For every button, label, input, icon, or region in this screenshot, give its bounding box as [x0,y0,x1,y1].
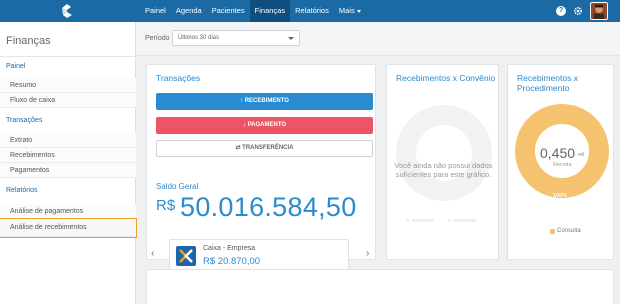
sidebar-item-fluxo-de-caixa[interactable]: Fluxo de caixa [0,93,136,108]
sidebar-section-transacoes: Transações [6,117,43,124]
legend-swatch-consulta [550,229,555,234]
bottom-card [146,269,614,304]
legend-label-consulta: Consulta [557,228,581,234]
nav-financas-label: Finanças [254,6,286,15]
saldo-currency: R$ [156,197,176,214]
donut-slice-label: 100% [553,193,568,199]
sidebar-item-analise-de-recebimentos[interactable]: Análise de recebimentos [0,218,137,238]
gear-icon[interactable] [573,6,583,16]
logo-icon[interactable] [59,3,75,19]
account-name: Caixa - Empresa [203,245,256,252]
avatar[interactable] [590,2,608,20]
donut-center-unit: mil [578,152,585,158]
chevron-left-icon[interactable]: ‹ [151,248,154,259]
sidebar-item-extrato[interactable]: Extrato [0,133,136,148]
nav-painel[interactable]: Painel [140,0,171,22]
nav-pacientes[interactable]: Pacientes [207,0,250,22]
transacoes-card: Transações ↑ RECEBIMENTO ↓ PAGAMENTO ⇄ T… [146,64,376,281]
saldo-label: Saldo Geral [156,182,199,191]
convenio-empty-message: Você ainda não possui dados suficientes … [394,161,493,179]
procedimento-card: Recebimentos x Procedimento 0,450 mil Re… [507,64,614,260]
bank-logo-icon [176,246,196,266]
account-card[interactable]: Caixa - Empresa R$ 20.870,00 [169,239,349,272]
sidebar-item-resumo[interactable]: Resumo [0,78,136,93]
main-nav: Painel Agenda Pacientes Finanças Relatór… [140,0,366,22]
sidebar-item-analise-de-pagamentos[interactable]: Análise de pagamentos [0,204,136,219]
procedimento-title: Recebimentos x Procedimento [517,73,578,93]
chevron-right-icon[interactable]: › [366,248,369,259]
nav-relatorios-label: Relatórios [295,6,329,15]
help-icon[interactable]: ? [556,6,566,16]
top-navbar: Painel Agenda Pacientes Finanças Relatór… [0,0,620,22]
chevron-down-icon [288,37,294,40]
period-select-value: Últimos 30 dias [178,35,220,41]
sidebar-item-pagamentos[interactable]: Pagamentos [0,163,136,178]
donut-center-value: 0,450 [540,145,576,161]
period-select[interactable]: Últimos 30 dias [172,30,300,46]
nav-agenda[interactable]: Agenda [171,0,207,22]
convenio-title: Recebimentos x Convênio [396,73,496,83]
transferencia-button[interactable]: ⇄ TRANSFERÊNCIA [156,140,373,157]
sidebar-section-relatorios: Relatórios [6,187,38,194]
nav-painel-label: Painel [145,6,166,15]
nav-relatorios[interactable]: Relatórios [290,0,334,22]
filter-bar: Período Últimos 30 dias [136,22,620,56]
top-icons: ? [556,0,608,22]
sidebar: Finanças Painel Resumo Fluxo de caixa Tr… [0,22,137,304]
nav-financas[interactable]: Finanças [249,0,291,22]
convenio-card: Recebimentos x Convênio Você ainda não p… [386,64,499,260]
saldo-value: 50.016.584,50 [180,192,357,222]
sidebar-title: Finanças [6,35,51,47]
transacoes-title: Transações [156,73,201,83]
sidebar-section-painel: Painel [6,63,26,70]
sidebar-item-recebimentos[interactable]: Recebimentos [0,148,136,163]
logo-area[interactable] [0,0,136,22]
chevron-down-icon [356,9,361,13]
nav-mais[interactable]: Mais [334,0,366,22]
account-amount: R$ 20.870,00 [203,256,261,267]
nav-mais-label: Mais [338,6,355,15]
donut-center-sub: Receita [553,162,572,168]
nav-agenda-label: Agenda [175,6,202,15]
recebimento-button[interactable]: ↑ RECEBIMENTO [156,93,373,110]
pagamento-button[interactable]: ↓ PAGAMENTO [156,117,373,134]
nav-pacientes-label: Pacientes [211,6,245,15]
period-label: Período [145,35,170,42]
